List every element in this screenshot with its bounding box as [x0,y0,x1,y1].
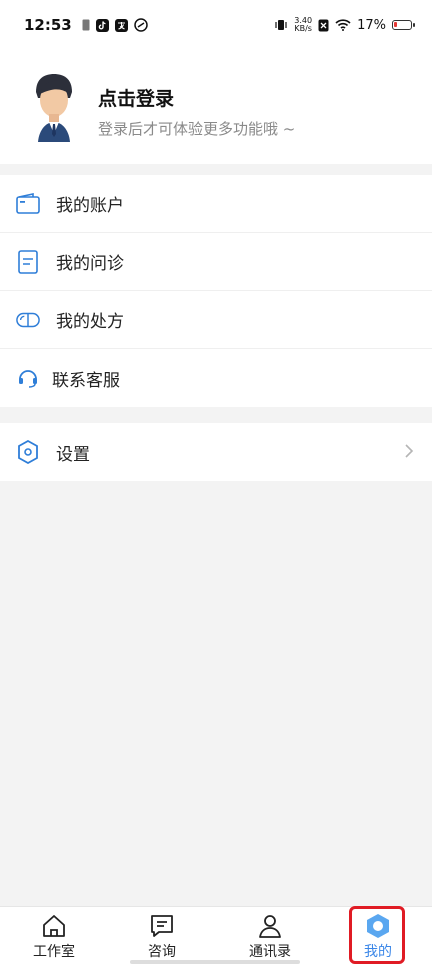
tab-label: 咨询 [148,944,176,960]
sim-icon [82,19,90,31]
contacts-icon [259,915,281,938]
tab-label: 通讯录 [249,944,291,960]
chat-icon [151,915,173,937]
login-title[interactable]: 点击登录 [98,84,174,111]
bottom-tab-bar: 工作室 咨询 通讯录 我的 [0,906,432,965]
battery-icon [392,20,415,30]
no-sim-icon [318,19,329,31]
menu-item-customer-service[interactable]: 联系客服 [0,349,432,407]
menu-label: 我的账户 [56,196,124,216]
menu-label: 我的处方 [56,312,124,332]
headset-icon [16,366,40,390]
network-speed: 3.40 KB/s [294,16,313,33]
avatar [36,74,72,142]
tab-contacts[interactable]: 通讯录 [216,907,324,965]
tiktok-icon [95,18,109,32]
profile-header[interactable]: 点击登录 登录后才可体验更多功能哦 ~ [0,50,432,164]
profile-hexagon-icon [367,914,389,938]
menu-item-consultation[interactable]: 我的问诊 [0,233,432,291]
menu-item-prescription[interactable]: 我的处方 [0,291,432,349]
vibrate-icon [275,20,287,30]
wifi-icon [335,19,351,31]
settings-label: 设置 [56,444,90,465]
tab-label: 我的 [364,944,392,960]
link-app-icon [134,18,148,32]
home-indicator [130,960,300,964]
login-subtitle: 登录后才可体验更多功能哦 ~ [98,120,296,138]
tab-mine[interactable]: 我的 [324,907,432,965]
wallet-icon [16,192,40,216]
chevron-right-icon [405,444,414,458]
menu-label: 我的问诊 [56,254,124,274]
home-icon [43,915,65,937]
menu-list: 我的账户 我的问诊 我的处方 联系客服 [0,175,432,407]
tab-consult[interactable]: 咨询 [108,907,216,965]
hexagon-settings-icon [16,440,40,464]
menu-label: 联系客服 [52,370,120,391]
status-bar: 12:53 3.40 KB/s 17% [0,0,432,50]
menu-item-account[interactable]: 我的账户 [0,175,432,233]
tab-studio[interactable]: 工作室 [0,907,108,965]
document-icon [16,249,40,274]
pill-icon [16,308,40,332]
battery-percent: 17% [357,17,386,33]
tab-label: 工作室 [33,944,75,960]
status-time: 12:53 [24,16,72,34]
alipay-icon [114,18,128,32]
settings-row[interactable]: 设置 [0,423,432,481]
